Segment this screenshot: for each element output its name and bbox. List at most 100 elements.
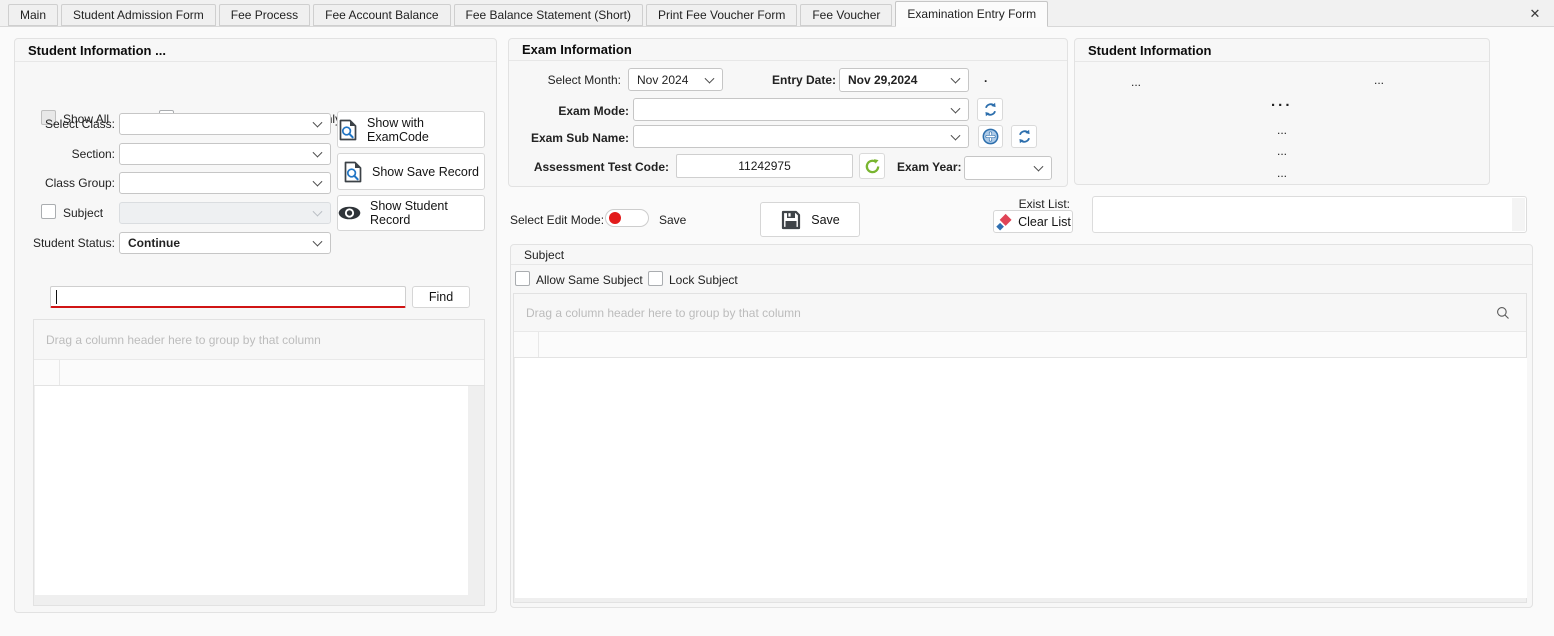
lock-subject-label: Lock Subject <box>669 273 738 287</box>
select-class-dropdown[interactable] <box>119 113 331 135</box>
student-info-placeholder: ... <box>1131 75 1141 89</box>
chevron-down-icon <box>705 73 715 83</box>
show-with-examcode-button[interactable]: Show with ExamCode <box>337 111 485 148</box>
clear-list-button[interactable]: Clear List <box>993 210 1073 233</box>
chevron-down-icon <box>951 130 961 140</box>
student-status-value: Continue <box>128 236 180 250</box>
section-label: Section: <box>15 147 115 161</box>
clear-list-label: Clear List <box>1018 215 1071 229</box>
select-month-label: Select Month: <box>517 73 621 87</box>
student-status-dropdown[interactable]: Continue <box>119 232 331 254</box>
toggle-knob-icon <box>609 212 621 224</box>
tab-strip: Main Student Admission Form Fee Process … <box>0 0 1554 27</box>
class-group-label: Class Group: <box>15 176 115 190</box>
student-grid-group-hint: Drag a column header here to group by th… <box>46 333 321 347</box>
eraser-icon <box>995 213 1012 231</box>
assessment-test-code-label: Assessment Test Code: <box>517 160 669 174</box>
find-button[interactable]: Find <box>412 286 470 308</box>
left-panel-title: Student Information ... <box>15 39 496 62</box>
show-student-record-button[interactable]: Show Student Record <box>337 195 485 231</box>
exam-sub-name-dropdown[interactable] <box>633 125 969 148</box>
select-edit-mode-label: Select Edit Mode: <box>510 213 604 227</box>
refresh-icon <box>1017 129 1032 144</box>
chevron-down-icon <box>313 118 323 128</box>
plus-circle-icon <box>982 128 999 145</box>
select-month-dropdown[interactable]: Nov 2024 <box>628 68 723 91</box>
chevron-down-icon <box>313 237 323 247</box>
tab-fee-process[interactable]: Fee Process <box>219 4 310 26</box>
exam-sub-name-add-button[interactable] <box>978 125 1003 148</box>
exam-year-label: Exam Year: <box>897 160 962 174</box>
class-group-dropdown[interactable] <box>119 172 331 194</box>
subject-grid-header-row[interactable] <box>514 332 1526 358</box>
select-month-value: Nov 2024 <box>637 73 688 87</box>
exam-mode-dropdown[interactable] <box>633 98 969 121</box>
tab-print-fee-voucher-form[interactable]: Print Fee Voucher Form <box>646 4 797 26</box>
exam-sub-name-refresh-button[interactable] <box>1011 125 1037 148</box>
refresh-green-icon <box>864 158 881 175</box>
exam-panel-title: Exam Information <box>509 39 1067 61</box>
examination-entry-form-window: Main Student Admission Form Fee Process … <box>0 0 1554 636</box>
lock-subject-checkbox[interactable] <box>648 271 663 286</box>
assessment-test-code-input[interactable]: 11242975 <box>676 154 853 178</box>
subject-grid-groupbar[interactable]: Drag a column header here to group by th… <box>514 294 1526 332</box>
tab-fee-balance-statement-short[interactable]: Fee Balance Statement (Short) <box>454 4 643 26</box>
show-save-record-button[interactable]: Show Save Record <box>337 153 485 190</box>
section-dropdown[interactable] <box>119 143 331 165</box>
tab-fee-account-balance[interactable]: Fee Account Balance <box>313 4 450 26</box>
tab-fee-voucher[interactable]: Fee Voucher <box>800 4 892 26</box>
entry-date-label: Entry Date: <box>749 73 836 87</box>
document-search-icon <box>338 119 358 141</box>
student-grid-header-row[interactable] <box>34 360 484 386</box>
chevron-down-icon <box>951 74 961 84</box>
tab-student-admission-form[interactable]: Student Admission Form <box>61 4 216 26</box>
show-student-record-label: Show Student Record <box>370 199 484 227</box>
edit-mode-toggle[interactable] <box>605 209 649 227</box>
assessment-code-generate-button[interactable] <box>859 153 885 179</box>
search-icon[interactable] <box>1496 306 1510 320</box>
subject-panel: Subject Allow Same Subject Lock Subject … <box>510 244 1533 608</box>
find-button-label: Find <box>429 290 453 304</box>
entry-date-dropdown[interactable]: Nov 29,2024 <box>839 68 969 92</box>
subject-checkbox[interactable] <box>41 204 56 219</box>
refresh-icon <box>983 102 998 117</box>
subject-grid: Drag a column header here to group by th… <box>513 293 1527 603</box>
chevron-down-icon <box>313 148 323 158</box>
floppy-disk-icon <box>780 209 802 231</box>
student-grid-groupbar[interactable]: Drag a column header here to group by th… <box>34 320 484 360</box>
edit-mode-toggle-label: Save <box>659 213 686 227</box>
exam-year-dropdown[interactable] <box>964 156 1052 180</box>
student-info-placeholder: ... <box>1277 123 1287 137</box>
subject-dropdown[interactable] <box>119 202 331 224</box>
text-caret <box>56 290 57 304</box>
right-panel-title: Student Information <box>1075 39 1489 62</box>
eye-icon <box>338 206 361 220</box>
subject-label: Subject <box>63 206 103 220</box>
student-info-placeholder: ... <box>1271 93 1293 110</box>
student-info-placeholder: ... <box>1374 73 1384 87</box>
entry-date-dot: . <box>984 71 987 85</box>
student-info-placeholder: ... <box>1277 166 1287 180</box>
exam-mode-refresh-button[interactable] <box>977 98 1003 121</box>
subject-grid-group-hint: Drag a column header here to group by th… <box>526 306 801 320</box>
exam-information-panel: Exam Information Select Month: Nov 2024 … <box>508 38 1068 187</box>
exist-listbox[interactable] <box>1092 196 1527 233</box>
close-icon[interactable]: ✕ <box>1526 5 1544 23</box>
student-grid-data-area <box>35 386 468 595</box>
exist-list-label: Exist List: <box>1003 197 1070 211</box>
find-input[interactable] <box>50 286 406 308</box>
tab-examination-entry-form[interactable]: Examination Entry Form <box>895 1 1048 27</box>
save-button[interactable]: Save <box>760 202 860 237</box>
tab-main[interactable]: Main <box>8 4 58 26</box>
chevron-down-icon <box>313 177 323 187</box>
show-save-record-label: Show Save Record <box>372 165 479 179</box>
entry-date-value: Nov 29,2024 <box>848 73 917 87</box>
student-status-label: Student Status: <box>15 236 115 250</box>
chevron-down-icon <box>1034 162 1044 172</box>
allow-same-subject-checkbox[interactable] <box>515 271 530 286</box>
select-class-label: Select Class: <box>15 117 115 131</box>
exam-sub-name-label: Exam Sub Name: <box>513 131 629 145</box>
assessment-test-code-value: 11242975 <box>738 159 791 173</box>
subject-grid-data-area <box>515 358 1527 598</box>
student-information-panel-left: Student Information ... Show All Show Cl… <box>14 38 497 613</box>
